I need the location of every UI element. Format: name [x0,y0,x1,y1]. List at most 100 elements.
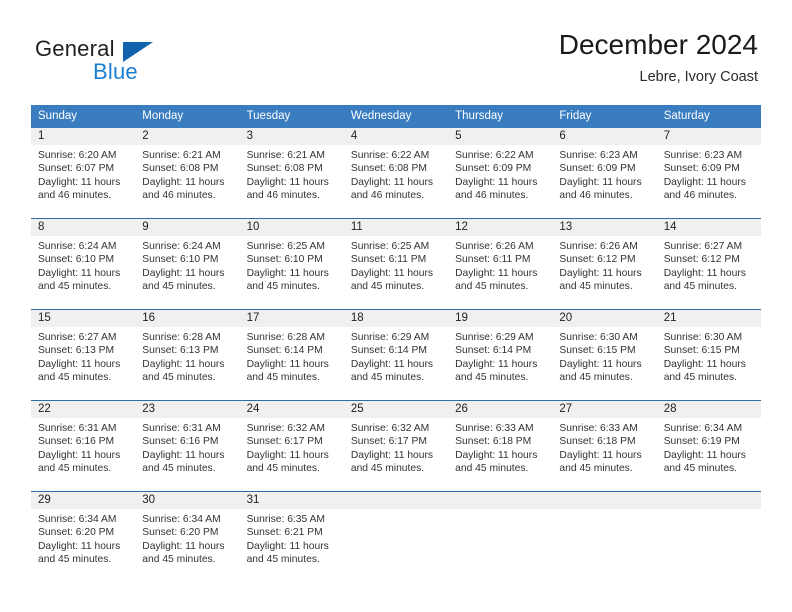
day-number: 25 [343,401,449,418]
calendar-day-cell[interactable]: 24 Sunrise: 6:32 AM Sunset: 6:17 PM Dayligh… [239,400,344,492]
calendar-day-cell[interactable]: 26 Sunrise: 6:33 AM Sunset: 6:18 PM Dayligh… [448,400,553,492]
sunset-text: Sunset: 6:16 PM [38,436,115,448]
sunset-text: Sunset: 6:16 PM [142,436,219,448]
weekday-header-sunday: Sunday [31,105,136,128]
day-number: 4 [343,128,449,145]
calendar-day-cell[interactable]: 15 Sunrise: 6:27 AM Sunset: 6:13 PM Dayligh… [31,309,136,401]
day-details: Sunrise: 6:22 AM Sunset: 6:09 PM Daylight:… [448,145,552,203]
calendar-day-cell[interactable]: 10 Sunrise: 6:25 AM Sunset: 6:10 PM Dayligh… [239,218,344,310]
day-details: Sunrise: 6:29 AM Sunset: 6:14 PM Daylight:… [344,327,448,385]
day-number: 16 [135,310,240,327]
day-number: 7 [656,128,761,145]
calendar-day-cell[interactable]: 7 Sunrise: 6:23 AM Sunset: 6:09 PM Daylight… [656,128,761,219]
daylight-text-line1: Daylight: 11 hours [38,358,121,370]
day-number: 26 [448,401,553,418]
calendar-week-row: 22 Sunrise: 6:31 AM Sunset: 6:16 PM Dayligh… [31,400,761,492]
daylight-text-line1: Daylight: 11 hours [38,176,121,188]
calendar-day-cell[interactable]: 20 Sunrise: 6:30 AM Sunset: 6:15 PM Dayligh… [552,309,657,401]
day-number: 3 [239,128,344,145]
calendar-day-cell[interactable]: 1 Sunrise: 6:20 AM Sunset: 6:07 PM Daylight… [31,128,136,219]
calendar-day-cell[interactable]: 2 Sunrise: 6:21 AM Sunset: 6:08 PM Daylight… [135,128,240,219]
day-number: 29 [31,492,136,509]
sunrise-text: Sunrise: 6:22 AM [455,150,534,161]
calendar-day-cell[interactable]: 17 Sunrise: 6:28 AM Sunset: 6:14 PM Dayligh… [239,309,344,401]
day-cell-content: 12 Sunrise: 6:26 AM Sunset: 6:11 PM Dayligh… [448,219,553,309]
day-number: 22 [31,401,136,418]
sunrise-text: Sunrise: 6:32 AM [350,423,430,434]
calendar-header-row: Sunday Monday Tuesday Wednesday Thursday Frid… [31,105,761,128]
calendar-day-cell[interactable]: 4 Sunrise: 6:22 AM Sunset: 6:08 PM Daylight… [343,128,449,219]
sunset-text: Sunset: 6:09 PM [559,163,636,175]
calendar-day-cell[interactable]: 13 Sunrise: 6:26 AM Sunset: 6:12 PM Dayligh… [552,218,657,310]
calendar-day-cell[interactable]: 19 Sunrise: 6:29 AM Sunset: 6:14 PM Dayligh… [448,309,553,401]
day-cell-content: 21 Sunrise: 6:30 AM Sunset: 6:15 PM Dayligh… [656,310,761,400]
sunrise-text: Sunrise: 6:25 AM [350,241,430,252]
daylight-text-line1: Daylight: 11 hours [350,358,434,370]
daylight-text-line1: Daylight: 11 hours [246,267,329,279]
daylight-text-line1: Daylight: 11 hours [142,540,225,552]
daylight-text-line1: Daylight: 11 hours [455,358,538,370]
day-number: 8 [31,219,136,236]
day-details: Sunrise: 6:23 AM Sunset: 6:09 PM Daylight:… [552,145,656,203]
daylight-text-line2: and 45 minutes. [350,463,425,475]
calendar-day-cell[interactable]: 12 Sunrise: 6:26 AM Sunset: 6:11 PM Dayligh… [448,218,553,310]
sunset-text: Sunset: 6:08 PM [246,163,323,175]
day-number [656,492,761,509]
daylight-text-line2: and 45 minutes. [142,372,216,384]
calendar-day-cell[interactable]: 16 Sunrise: 6:28 AM Sunset: 6:13 PM Dayligh… [135,309,240,401]
calendar-day-cell[interactable]: 23 Sunrise: 6:31 AM Sunset: 6:16 PM Dayligh… [135,400,240,492]
daylight-text-line2: and 45 minutes. [559,463,633,475]
day-cell-content: 25 Sunrise: 6:32 AM Sunset: 6:17 PM Dayligh… [343,401,449,491]
day-details: Sunrise: 6:30 AM Sunset: 6:15 PM Daylight:… [552,327,656,385]
day-number: 21 [656,310,761,327]
weekday-header-wednesday: Wednesday [343,105,449,128]
daylight-text-line2: and 46 minutes. [246,190,320,202]
sunset-text: Sunset: 6:14 PM [246,345,323,357]
daylight-text-line1: Daylight: 11 hours [455,176,538,188]
day-cell-content: 23 Sunrise: 6:31 AM Sunset: 6:16 PM Dayligh… [135,401,240,491]
daylight-text-line2: and 46 minutes. [559,190,633,202]
day-number [552,492,657,509]
calendar-day-cell[interactable]: 30 Sunrise: 6:34 AM Sunset: 6:20 PM Dayligh… [135,491,240,582]
day-cell-content: 24 Sunrise: 6:32 AM Sunset: 6:17 PM Dayligh… [239,401,344,491]
sunrise-text: Sunrise: 6:23 AM [663,150,743,161]
calendar-day-cell[interactable]: 11 Sunrise: 6:25 AM Sunset: 6:11 PM Dayligh… [343,218,449,310]
day-number: 20 [552,310,657,327]
calendar-day-cell[interactable]: 9 Sunrise: 6:24 AM Sunset: 6:10 PM Daylight… [135,218,240,310]
calendar-day-cell[interactable]: 27 Sunrise: 6:33 AM Sunset: 6:18 PM Dayligh… [552,400,657,492]
day-number: 9 [135,219,240,236]
daylight-text-line1: Daylight: 11 hours [663,358,746,370]
calendar-day-cell[interactable]: 14 Sunrise: 6:27 AM Sunset: 6:12 PM Dayligh… [656,218,761,310]
day-number: 2 [135,128,240,145]
sunrise-text: Sunrise: 6:35 AM [246,514,325,525]
day-details [448,509,552,513]
calendar-day-cell[interactable]: 28 Sunrise: 6:34 AM Sunset: 6:19 PM Dayligh… [656,400,761,492]
general-blue-logo[interactable]: General Blue [35,36,255,88]
calendar-day-cell[interactable]: 31 Sunrise: 6:35 AM Sunset: 6:21 PM Dayligh… [239,491,344,582]
sunrise-text: Sunrise: 6:27 AM [663,241,743,252]
calendar-day-cell[interactable]: 5 Sunrise: 6:22 AM Sunset: 6:09 PM Daylight… [448,128,553,219]
day-cell-content: 18 Sunrise: 6:29 AM Sunset: 6:14 PM Dayligh… [343,310,449,400]
daylight-text-line2: and 45 minutes. [142,463,216,475]
calendar-day-cell[interactable]: 29 Sunrise: 6:34 AM Sunset: 6:20 PM Dayligh… [31,491,136,582]
calendar-day-cell[interactable]: 25 Sunrise: 6:32 AM Sunset: 6:17 PM Dayligh… [343,400,449,492]
day-number: 11 [343,219,449,236]
calendar-day-cell[interactable]: 18 Sunrise: 6:29 AM Sunset: 6:14 PM Dayligh… [343,309,449,401]
day-details: Sunrise: 6:33 AM Sunset: 6:18 PM Daylight:… [552,418,656,476]
sunrise-text: Sunrise: 6:26 AM [455,241,534,252]
sunset-text: Sunset: 6:15 PM [663,345,740,357]
calendar-day-cell[interactable]: 8 Sunrise: 6:24 AM Sunset: 6:10 PM Daylight… [31,218,136,310]
daylight-text-line2: and 45 minutes. [38,281,112,293]
sunset-text: Sunset: 6:17 PM [246,436,323,448]
calendar-week-row: 29 Sunrise: 6:34 AM Sunset: 6:20 PM Dayligh… [31,491,761,582]
day-cell-content [343,492,449,582]
daylight-text-line1: Daylight: 11 hours [246,449,329,461]
day-details [657,509,761,513]
sunrise-text: Sunrise: 6:29 AM [350,332,430,343]
day-number: 28 [656,401,761,418]
calendar-day-cell[interactable]: 21 Sunrise: 6:30 AM Sunset: 6:15 PM Dayligh… [656,309,761,401]
day-cell-content: 7 Sunrise: 6:23 AM Sunset: 6:09 PM Daylight… [656,128,761,218]
calendar-day-cell[interactable]: 22 Sunrise: 6:31 AM Sunset: 6:16 PM Dayligh… [31,400,136,492]
calendar-day-cell[interactable]: 3 Sunrise: 6:21 AM Sunset: 6:08 PM Daylight… [239,128,344,219]
calendar-day-cell[interactable]: 6 Sunrise: 6:23 AM Sunset: 6:09 PM Daylight… [552,128,657,219]
